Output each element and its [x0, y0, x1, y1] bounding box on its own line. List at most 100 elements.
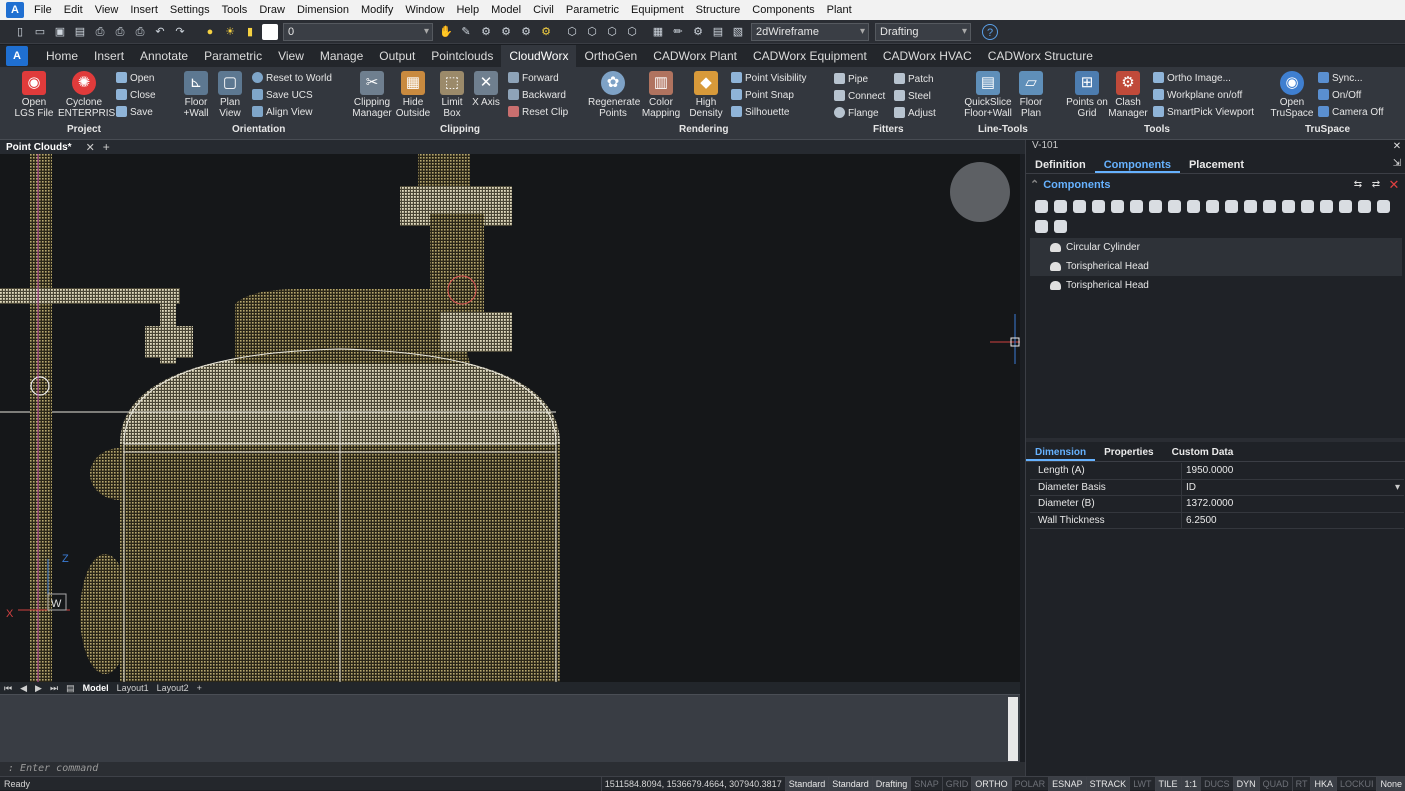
menu-insert[interactable]: Insert: [124, 0, 164, 20]
shape-palette-icon[interactable]: [1149, 200, 1162, 213]
status-hka[interactable]: HKA: [1310, 777, 1336, 791]
reset-clip-button[interactable]: Reset Clip: [508, 104, 568, 121]
status-polar[interactable]: POLAR: [1010, 777, 1049, 791]
layer-tool-icon[interactable]: ✋: [438, 24, 454, 40]
ribbon-tab-orthogen[interactable]: OrthoGen: [576, 45, 645, 67]
undo-icon[interactable]: ↶: [152, 24, 168, 40]
save-ucs-button[interactable]: Save UCS: [252, 87, 313, 104]
status-rt[interactable]: RT: [1291, 777, 1311, 791]
component-item[interactable]: Torispherical Head: [1030, 257, 1402, 276]
calculator-icon[interactable]: ▤: [710, 24, 726, 40]
layout-tab-model[interactable]: Model: [79, 683, 113, 693]
collapse-icon[interactable]: ⌃: [1030, 179, 1039, 191]
status-none[interactable]: None: [1376, 777, 1405, 791]
layer-bulb-icon[interactable]: ●: [202, 24, 218, 40]
truspace-onoff-button[interactable]: On/Off: [1318, 87, 1361, 104]
ribbon-tab-view[interactable]: View: [270, 45, 312, 67]
collapse-all-icon[interactable]: ⇄: [1370, 179, 1382, 191]
dimension-value-field[interactable]: 6.2500: [1182, 513, 1404, 529]
view-iso-icon[interactable]: ⬡: [624, 24, 640, 40]
truspace-sync-button[interactable]: Sync...: [1318, 70, 1363, 87]
status-strack[interactable]: STRACK: [1085, 777, 1130, 791]
ribbon-tab-output[interactable]: Output: [371, 45, 423, 67]
group-label-project[interactable]: Project: [67, 124, 101, 135]
panel-splitter[interactable]: [1026, 438, 1405, 442]
match-layer-icon[interactable]: ✎: [458, 24, 474, 40]
open-file-icon[interactable]: ▭: [32, 24, 48, 40]
view-top-icon[interactable]: ⬡: [584, 24, 600, 40]
fit-patch-button[interactable]: Patch: [894, 71, 934, 88]
app-logo-icon[interactable]: A: [6, 2, 24, 18]
menu-help[interactable]: Help: [450, 0, 485, 20]
expand-all-icon[interactable]: ⇆: [1352, 179, 1364, 191]
group-label-tools[interactable]: Tools: [1144, 124, 1170, 135]
shape-palette-icon[interactable]: [1035, 220, 1048, 233]
ribbon-tab-cloudworx[interactable]: CloudWorx: [501, 45, 577, 67]
shape-palette-icon[interactable]: [1377, 200, 1390, 213]
ortho-image-button[interactable]: Ortho Image...: [1153, 70, 1231, 87]
shape-palette-icon[interactable]: [1244, 200, 1257, 213]
help-icon[interactable]: ?: [982, 23, 998, 40]
ribbon-tab-cadworx-structure[interactable]: CADWorx Structure: [980, 45, 1101, 67]
print-icon[interactable]: ⎙: [92, 24, 108, 40]
menu-plant[interactable]: Plant: [821, 0, 858, 20]
menu-tools[interactable]: Tools: [216, 0, 254, 20]
image-icon[interactable]: ▧: [730, 24, 746, 40]
layer-off-icon[interactable]: ⚙: [538, 24, 554, 40]
status-dyn[interactable]: DYN: [1232, 777, 1259, 791]
point-visibility-button[interactable]: Point Visibility: [731, 70, 807, 87]
ribbon-tab-home[interactable]: Home: [38, 45, 86, 67]
quickslice-button[interactable]: ▤ QuickSlice Floor+Wall: [960, 71, 1016, 119]
fit-adjust-button[interactable]: Adjust: [894, 105, 936, 122]
new-file-icon[interactable]: ▯: [12, 24, 28, 40]
visual-style-dropdown[interactable]: 2dWireframe: [751, 22, 869, 41]
tab-definition[interactable]: Definition: [1026, 156, 1095, 173]
next-layout-icon[interactable]: ▶: [31, 683, 46, 694]
status-lockui[interactable]: LOCKUI: [1335, 777, 1377, 791]
status-ortho[interactable]: ORTHO: [971, 777, 1011, 791]
shape-palette-icon[interactable]: [1111, 200, 1124, 213]
view-front-icon[interactable]: ⬡: [604, 24, 620, 40]
status-standard[interactable]: Standard: [784, 777, 829, 791]
layer-lock-icon[interactable]: ▮: [242, 24, 258, 40]
menu-model[interactable]: Model: [485, 0, 527, 20]
high-density-button[interactable]: ◆ High Density: [686, 71, 726, 119]
ribbon-tab-insert[interactable]: Insert: [86, 45, 132, 67]
open-lgs-file-button[interactable]: ◉ Open LGS File: [14, 71, 54, 119]
ribbon-tab-manage[interactable]: Manage: [312, 45, 371, 67]
layer-prev-icon[interactable]: ⚙: [478, 24, 494, 40]
layer-freeze-icon[interactable]: ⚙: [518, 24, 534, 40]
save-as-icon[interactable]: ▤: [72, 24, 88, 40]
status-esnap[interactable]: ESNAP: [1048, 777, 1086, 791]
menu-components[interactable]: Components: [746, 0, 820, 20]
shape-palette-icon[interactable]: [1320, 200, 1333, 213]
menu-structure[interactable]: Structure: [690, 0, 747, 20]
ribbon-tab-parametric[interactable]: Parametric: [196, 45, 270, 67]
tab-components[interactable]: Components: [1094, 156, 1180, 173]
group-label-truspace[interactable]: TruSpace: [1305, 124, 1350, 135]
shape-palette-icon[interactable]: [1358, 200, 1371, 213]
project-open-button[interactable]: Open: [116, 70, 154, 87]
status-grid[interactable]: GRID: [941, 777, 972, 791]
status-ducs[interactable]: DUCS: [1200, 777, 1233, 791]
menu-civil[interactable]: Civil: [527, 0, 560, 20]
point-cloud-canvas[interactable]: Z X W: [0, 154, 1020, 682]
fit-connect-button[interactable]: Connect: [834, 88, 885, 105]
shape-palette-icon[interactable]: [1225, 200, 1238, 213]
align-view-button[interactable]: Align View: [252, 104, 313, 121]
smartpick-viewport-button[interactable]: SmartPick Viewport: [1153, 104, 1254, 121]
diameter-basis-select[interactable]: ID: [1182, 480, 1404, 496]
last-layout-icon[interactable]: ⏭: [46, 683, 62, 694]
shape-palette-icon[interactable]: [1054, 200, 1067, 213]
hide-outside-button[interactable]: ▦ Hide Outside: [392, 71, 434, 119]
workspace-dropdown[interactable]: Drafting: [875, 22, 971, 41]
shape-palette-icon[interactable]: [1168, 200, 1181, 213]
command-scrollbar[interactable]: [1008, 697, 1018, 761]
close-tab-icon[interactable]: ✕: [86, 141, 95, 154]
silhouette-button[interactable]: Silhouette: [731, 104, 789, 121]
cyclone-enterprise-button[interactable]: ✺ Cyclone ENTERPRISE: [58, 71, 122, 119]
layout-tab-layout2[interactable]: Layout2: [153, 683, 193, 693]
print-preview-icon[interactable]: ⎙: [112, 24, 128, 40]
status-1-1[interactable]: 1:1: [1180, 777, 1201, 791]
fit-steel-button[interactable]: Steel: [894, 88, 931, 105]
